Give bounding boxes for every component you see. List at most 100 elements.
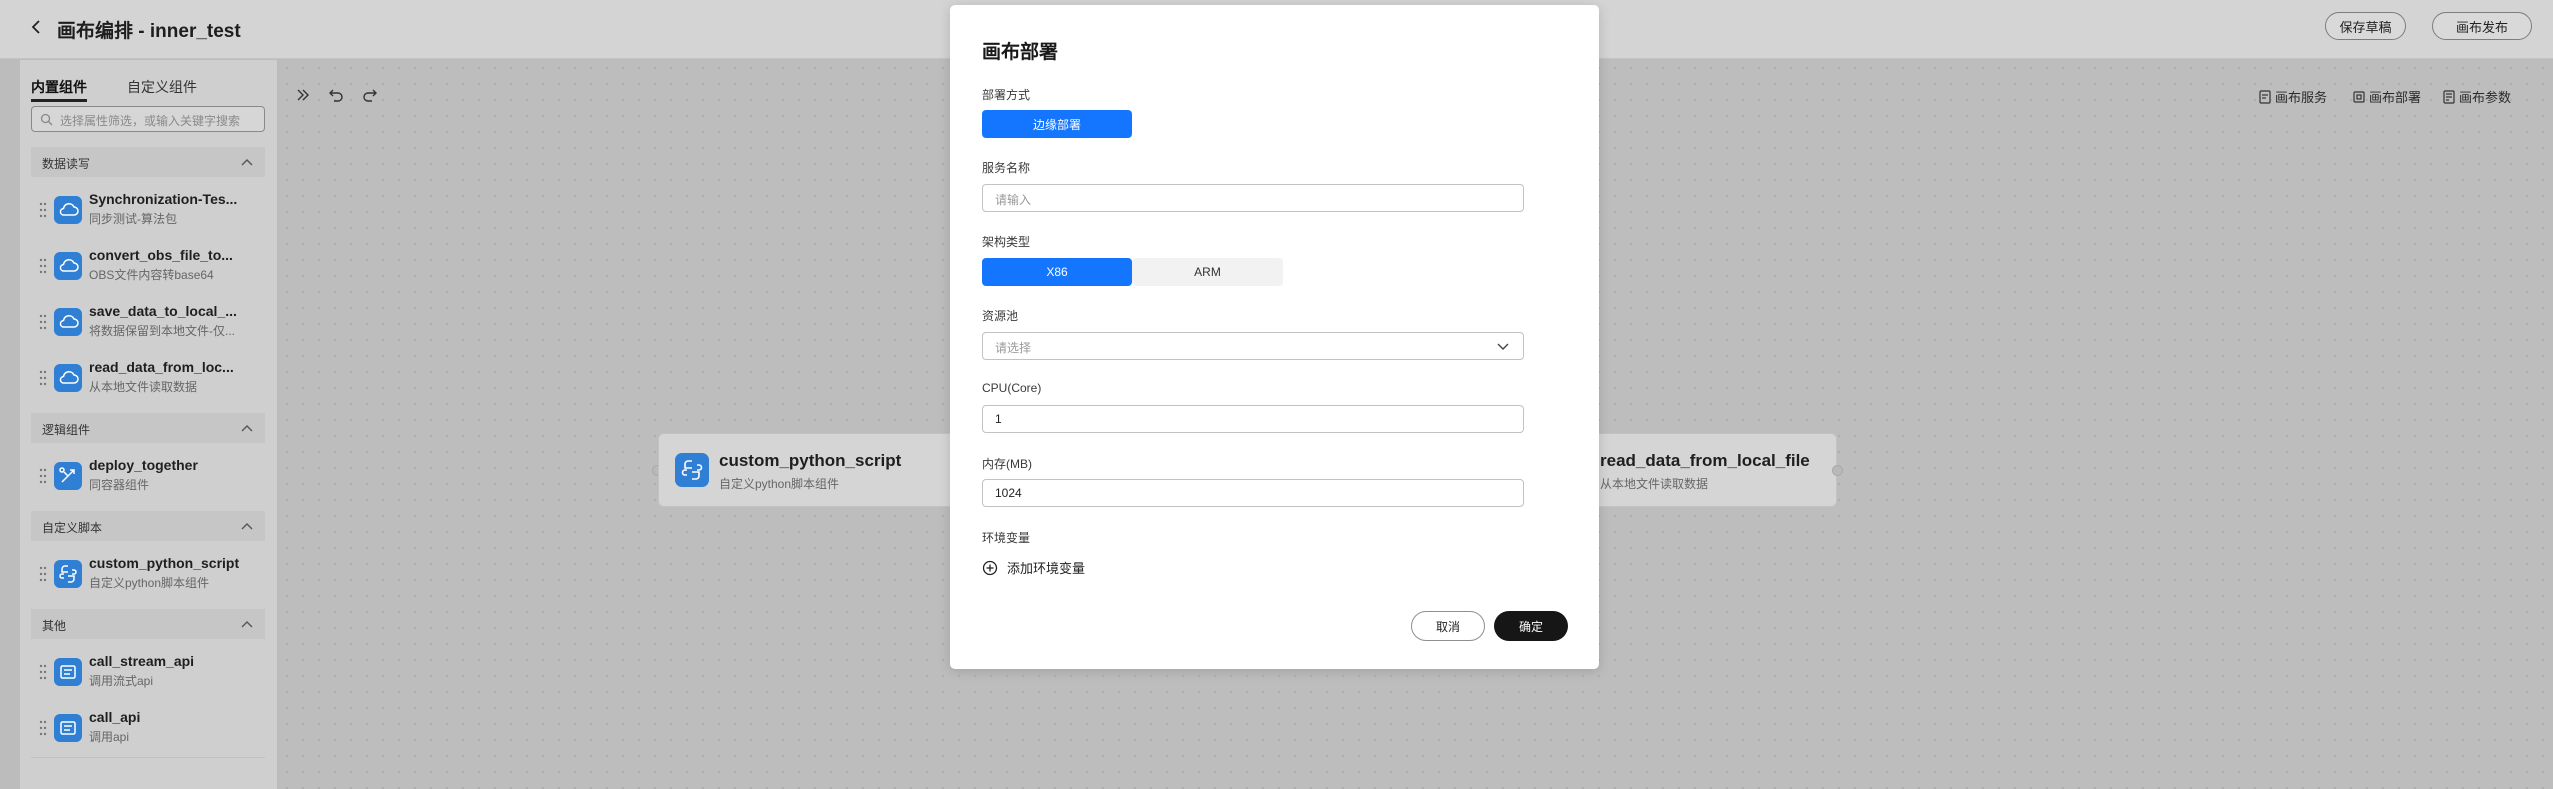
expand-panel-icon[interactable]	[294, 86, 312, 104]
arch-arm-option[interactable]: ARM	[1132, 258, 1283, 286]
arch-type-label: 架构类型	[982, 235, 1031, 249]
memory-label: 内存(MB)	[982, 457, 1032, 471]
service-name-placeholder: 请输入	[995, 193, 1032, 207]
group-label: 逻辑组件	[42, 423, 91, 437]
canvas-deploy-button[interactable]: 画布部署	[2353, 87, 2421, 106]
dialog-title: 画布部署	[982, 42, 1059, 63]
canvas-node-read-data-from-local-file[interactable]: read_data_from_local_file 从本地文件读取数据	[1560, 433, 1837, 507]
group-header-logic[interactable]: 逻辑组件	[31, 413, 265, 443]
publish-button[interactable]: 画布发布	[2432, 12, 2532, 40]
plus-circle-icon	[982, 560, 998, 575]
drag-handle-icon[interactable]	[39, 202, 47, 218]
group-header-data-io[interactable]: 数据读写	[31, 147, 265, 177]
undo-icon[interactable]	[327, 86, 345, 104]
component-item[interactable]: Synchronization-Tes... 同步测试-算法包	[31, 185, 265, 237]
memory-input[interactable]: 1024	[982, 479, 1524, 507]
cloud-icon	[54, 308, 82, 336]
add-env-var-button[interactable]: 添加环境变量	[982, 558, 1085, 577]
cpu-input[interactable]: 1	[982, 405, 1524, 433]
chevron-up-icon[interactable]	[241, 619, 253, 629]
chevron-down-icon	[1497, 343, 1509, 350]
group-header-other[interactable]: 其他	[31, 609, 265, 639]
save-draft-button[interactable]: 保存草稿	[2325, 12, 2406, 40]
active-tab-indicator	[31, 99, 87, 102]
component-title: convert_obs_file_to...	[89, 247, 233, 263]
chevron-up-icon[interactable]	[241, 521, 253, 531]
canvas-service-label: 画布服务	[2275, 90, 2328, 105]
cloud-icon	[54, 196, 82, 224]
component-item[interactable]: custom_python_script 自定义python脚本组件	[31, 549, 265, 601]
tab-builtin-components[interactable]: 内置组件	[31, 77, 87, 97]
cloud-icon	[54, 364, 82, 392]
component-item[interactable]: call_stream_api 调用流式api	[31, 647, 265, 699]
branch-icon	[54, 462, 82, 490]
component-title: Synchronization-Tes...	[89, 191, 238, 207]
canvas-deploy-label: 画布部署	[2369, 90, 2422, 105]
arch-x86-option[interactable]: X86	[982, 258, 1132, 286]
component-item[interactable]: call_api 调用api	[31, 703, 265, 755]
drag-handle-icon[interactable]	[39, 258, 47, 274]
memory-value: 1024	[995, 486, 1022, 500]
group-header-custom-script[interactable]: 自定义脚本	[31, 511, 265, 541]
deploy-dialog: 画布部署 部署方式 边缘部署 服务名称 请输入 架构类型 X86 ARM 资源池…	[950, 5, 1599, 669]
python-icon	[54, 560, 82, 588]
cloud-icon	[54, 252, 82, 280]
redo-icon[interactable]	[361, 86, 379, 104]
component-subtitle: 调用流式api	[89, 674, 154, 688]
chevron-up-icon[interactable]	[241, 157, 253, 167]
component-item[interactable]: save_data_to_local_... 将数据保留到本地文件-仅...	[31, 297, 265, 349]
drag-handle-icon[interactable]	[39, 664, 47, 680]
cpu-value: 1	[995, 412, 1002, 426]
cpu-label: CPU(Core)	[982, 381, 1042, 395]
component-item[interactable]: convert_obs_file_to... OBS文件内容转base64	[31, 241, 265, 293]
python-icon	[675, 453, 709, 487]
confirm-button[interactable]: 确定	[1494, 611, 1568, 641]
resource-pool-label: 资源池	[982, 309, 1019, 323]
node-title: custom_python_script	[719, 451, 902, 470]
group-label: 其他	[42, 619, 67, 633]
add-env-var-label: 添加环境变量	[1007, 561, 1086, 576]
back-arrow-icon[interactable]	[26, 17, 46, 37]
canvas-node-custom-python-script[interactable]: custom_python_script 自定义python脚本组件	[658, 433, 958, 507]
component-search-input[interactable]: 选择属性筛选，或输入关键字搜索	[31, 106, 265, 132]
deploy-mode-edge-option[interactable]: 边缘部署	[982, 110, 1132, 138]
component-item[interactable]: deploy_together 同容器组件	[31, 451, 265, 503]
search-placeholder: 选择属性筛选，或输入关键字搜索	[60, 114, 241, 128]
cancel-button[interactable]: 取消	[1411, 611, 1485, 641]
drag-handle-icon[interactable]	[39, 468, 47, 484]
tab-custom-components[interactable]: 自定义组件	[127, 77, 197, 97]
component-title: read_data_from_loc...	[89, 359, 234, 375]
component-title: save_data_to_local_...	[89, 303, 237, 319]
component-subtitle: 将数据保留到本地文件-仅...	[89, 324, 235, 338]
api-icon	[54, 714, 82, 742]
service-icon	[2259, 89, 2271, 104]
deploy-icon	[2353, 90, 2365, 103]
params-icon	[2443, 89, 2455, 104]
group-label: 自定义脚本	[42, 521, 103, 535]
service-name-input[interactable]: 请输入	[982, 184, 1524, 212]
node-output-port[interactable]	[1832, 465, 1843, 476]
resource-pool-placeholder: 请选择	[995, 341, 1032, 355]
deploy-mode-label: 部署方式	[982, 88, 1031, 102]
divider	[31, 757, 265, 758]
drag-handle-icon[interactable]	[39, 314, 47, 330]
component-subtitle: 同步测试-算法包	[89, 212, 177, 226]
drag-handle-icon[interactable]	[39, 720, 47, 736]
env-vars-label: 环境变量	[982, 531, 1031, 545]
canvas-service-button[interactable]: 画布服务	[2259, 87, 2327, 106]
resource-pool-select[interactable]: 请选择	[982, 332, 1524, 360]
component-title: deploy_together	[89, 457, 198, 473]
search-icon	[40, 113, 53, 126]
service-name-label: 服务名称	[982, 161, 1031, 175]
node-title: read_data_from_local_file	[1600, 451, 1810, 470]
canvas-params-button[interactable]: 画布参数	[2443, 87, 2511, 106]
component-title: custom_python_script	[89, 555, 240, 571]
node-subtitle: 从本地文件读取数据	[1600, 477, 1709, 491]
page-title: 画布编排 - inner_test	[57, 21, 241, 42]
drag-handle-icon[interactable]	[39, 566, 47, 582]
component-subtitle: 同容器组件	[89, 478, 150, 492]
chevron-up-icon[interactable]	[241, 423, 253, 433]
component-item[interactable]: read_data_from_loc... 从本地文件读取数据	[31, 353, 265, 405]
group-label: 数据读写	[42, 157, 91, 171]
drag-handle-icon[interactable]	[39, 370, 47, 386]
